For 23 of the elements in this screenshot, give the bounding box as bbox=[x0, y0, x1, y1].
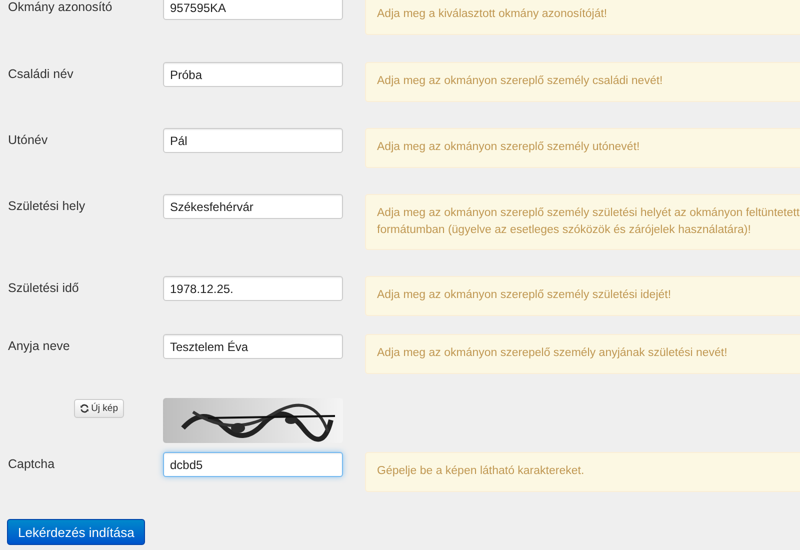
submit-button[interactable]: Lekérdezés indítása bbox=[7, 519, 146, 545]
hint-box: Gépelje be a képen látható karaktereket. bbox=[365, 452, 800, 492]
input-field[interactable]: Pál bbox=[163, 128, 343, 153]
hint-box: Adja meg az okmányon szerepelő személy anyjának születési nevét! bbox=[365, 334, 800, 374]
field-label: Okmány azonosító bbox=[7, 0, 114, 16]
captcha-field[interactable]: dcbd5 bbox=[163, 452, 343, 477]
field-label: Születési idő bbox=[7, 280, 80, 297]
field-label: Captcha bbox=[7, 456, 56, 473]
hint-box: Adja meg a kiválasztott okmány azonosítóját! bbox=[365, 0, 800, 35]
input-field[interactable]: Tesztelem Éva bbox=[163, 334, 343, 359]
hint-box: Adja meg az okmányon szereplő személy születési idejét! bbox=[365, 276, 800, 316]
field-label: Családi név bbox=[7, 66, 74, 83]
input-field[interactable]: Próba bbox=[163, 62, 343, 87]
hint-box: Adja meg az okmányon szereplő személy utónevét! bbox=[365, 128, 800, 168]
input-field[interactable]: 1978.12.25. bbox=[163, 276, 343, 301]
input-field[interactable]: 957595KA bbox=[163, 0, 343, 20]
field-label: Utónév bbox=[7, 132, 49, 149]
hint-box: Adja meg az okmányon szereplő személy születési helyét az okmányon feltüntetett formátumban (ügyelve az esetleges szóközök és zárójelek használatára)! bbox=[365, 194, 800, 250]
field-label: Anyja neve bbox=[7, 338, 71, 355]
hint-box: Adja meg az okmányon szereplő személy családi nevét! bbox=[365, 62, 800, 102]
new-image-button[interactable]: Új kép bbox=[74, 399, 124, 418]
input-field[interactable]: Székesfehérvár bbox=[163, 194, 343, 219]
field-label: Születési hely bbox=[7, 198, 86, 215]
